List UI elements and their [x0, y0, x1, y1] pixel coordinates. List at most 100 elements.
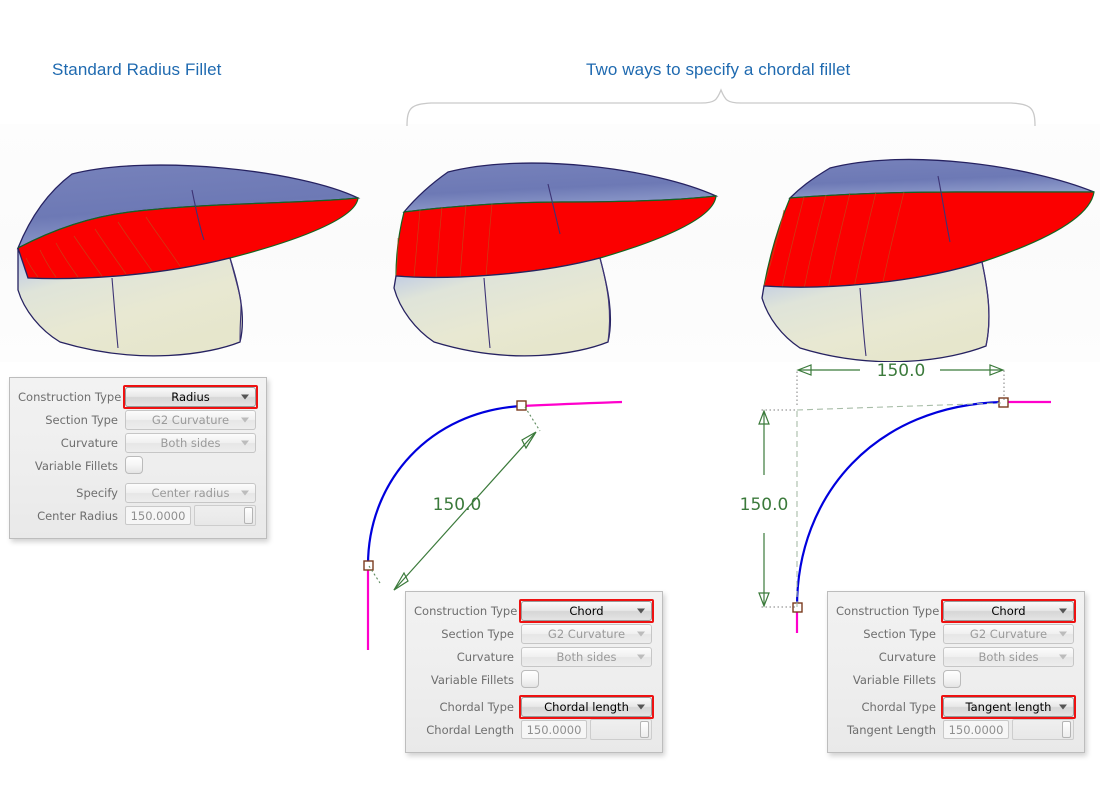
panel-rows: Construction Type Chord Section Type G2 Cur… — [836, 598, 1076, 740]
dropdown-construction-type[interactable]: Chord — [941, 598, 1076, 623]
slider-thumb[interactable] — [244, 507, 253, 524]
value-slider[interactable] — [1012, 719, 1074, 740]
dropdown-value: G2 Curvature — [151, 412, 230, 427]
field-control: 150.0000 — [943, 719, 1074, 740]
value-slider[interactable] — [194, 505, 256, 526]
field-control: Both sides — [521, 646, 652, 667]
dropdown-chordal-type[interactable]: Chordal length — [519, 694, 654, 719]
model-chordal-length-fillet — [393, 162, 719, 357]
form-row: Chordal Type Chordal length — [414, 694, 654, 719]
value-slider[interactable] — [590, 719, 652, 740]
form-row: Variable Fillets — [414, 669, 652, 690]
form-row: Center Radius 150.0000 — [18, 505, 256, 526]
field-control: G2 Curvature — [125, 409, 256, 430]
field-label: Chordal Type — [439, 699, 515, 714]
dropdown-section-type: G2 Curvature — [943, 623, 1074, 644]
field-label: Section Type — [441, 626, 514, 641]
field-label: Section Type — [863, 626, 936, 641]
dropdown-value: G2 Curvature — [547, 626, 626, 641]
form-row: Specify Center radius — [18, 482, 256, 503]
slider-thumb[interactable] — [640, 721, 649, 738]
dropdown-value: G2 Curvature — [969, 626, 1048, 641]
dropdown-value: Chord — [991, 603, 1026, 618]
chevron-down-icon — [1059, 608, 1067, 613]
numeric-input-group: 150.0000 — [943, 719, 1074, 740]
field-label: Curvature — [60, 435, 118, 450]
field-control: Radius — [123, 384, 258, 409]
field-label: Variable Fillets — [852, 672, 936, 687]
field-label: Chordal Length — [426, 722, 514, 737]
field-label: Center Radius — [37, 508, 118, 523]
dropdown-value: Chordal length — [544, 699, 629, 714]
dropdown-value: Both sides — [978, 649, 1039, 664]
field-control — [943, 669, 1074, 690]
chevron-down-icon — [241, 394, 249, 399]
field-control: G2 Curvature — [943, 623, 1074, 644]
form-row: Construction Type Chord — [414, 598, 654, 623]
form-row: Section Type G2 Curvature — [414, 623, 652, 644]
dropdown-section-type: G2 Curvature — [125, 409, 256, 430]
slider-thumb[interactable] — [1062, 721, 1071, 738]
field-label: Variable Fillets — [34, 458, 118, 473]
field-control: Chord — [519, 598, 654, 623]
field-control: Chord — [941, 598, 1076, 623]
field-control: Both sides — [125, 432, 256, 453]
dropdown-construction-type[interactable]: Radius — [123, 384, 258, 409]
chevron-down-icon — [241, 490, 249, 495]
field-label: Chordal Type — [861, 699, 937, 714]
field-control: G2 Curvature — [521, 623, 652, 644]
field-label: Curvature — [456, 649, 514, 664]
model-tangent-length-fillet — [761, 158, 1095, 362]
form-row: Chordal Type Tangent length — [836, 694, 1076, 719]
panel-rows: Construction Type Radius Section Type G2 Cu… — [18, 384, 258, 526]
field-control — [521, 669, 652, 690]
form-row: Section Type G2 Curvature — [18, 409, 256, 430]
dropdown-value: Center radius — [151, 485, 230, 500]
value-input-center-radius[interactable]: 150.0000 — [125, 506, 191, 525]
field-label: Construction Type — [836, 603, 940, 618]
chevron-down-icon — [637, 704, 645, 709]
dropdown-construction-type[interactable]: Chord — [519, 598, 654, 623]
field-label: Specify — [76, 485, 118, 500]
dropdown-curvature: Both sides — [125, 432, 256, 453]
dropdown-chordal-type[interactable]: Tangent length — [941, 694, 1076, 719]
form-row: Curvature Both sides — [18, 432, 256, 453]
dropdown-value: Tangent length — [965, 699, 1052, 714]
dropdown-value: Radius — [171, 389, 210, 404]
value-input-chordal-length[interactable]: 150.0000 — [521, 720, 587, 739]
field-control: Both sides — [943, 646, 1074, 667]
chevron-down-icon — [1059, 631, 1067, 636]
field-label: Construction Type — [18, 389, 122, 404]
chevron-down-icon — [637, 608, 645, 613]
chevron-down-icon — [241, 417, 249, 422]
value-input-tangent-length[interactable]: 150.0000 — [943, 720, 1009, 739]
chevron-down-icon — [1059, 654, 1067, 659]
dialog-tangent-length: Construction Type Chord Section Type G2 Cur… — [827, 591, 1085, 753]
dropdown-value: Both sides — [160, 435, 221, 450]
curve-endpoint-marker — [363, 560, 374, 571]
dialog-radius-fillet: Construction Type Radius Section Type G2 Cu… — [9, 377, 267, 539]
form-row: Tangent Length 150.0000 — [836, 719, 1074, 740]
dropdown-section-type: G2 Curvature — [521, 623, 652, 644]
field-control: 150.0000 — [125, 505, 256, 526]
dropdown-curvature: Both sides — [521, 646, 652, 667]
chevron-down-icon — [637, 654, 645, 659]
dialog-chordal-length: Construction Type Chord Section Type G2 Cur… — [405, 591, 663, 753]
model-standard-radius-fillet — [16, 164, 361, 357]
field-label: Curvature — [878, 649, 936, 664]
form-row: Curvature Both sides — [836, 646, 1074, 667]
form-row: Construction Type Radius — [18, 384, 258, 409]
form-row: Chordal Length 150.0000 — [414, 719, 652, 740]
page-root: Standard Radius Fillet Two ways to speci… — [0, 0, 1100, 800]
chevron-down-icon — [1059, 704, 1067, 709]
checkbox-variable-fillets[interactable] — [125, 455, 143, 474]
checkbox-variable-fillets[interactable] — [943, 669, 961, 688]
page-title-chordal: Two ways to specify a chordal fillet — [586, 60, 851, 79]
checkbox-variable-fillets[interactable] — [521, 669, 539, 688]
form-row: Section Type G2 Curvature — [836, 623, 1074, 644]
chevron-down-icon — [241, 440, 249, 445]
form-row: Variable Fillets — [836, 669, 1074, 690]
field-label: Tangent Length — [847, 722, 936, 737]
dimension-label-tangent-vertical: 150.0 — [740, 495, 789, 515]
field-label: Section Type — [45, 412, 118, 427]
